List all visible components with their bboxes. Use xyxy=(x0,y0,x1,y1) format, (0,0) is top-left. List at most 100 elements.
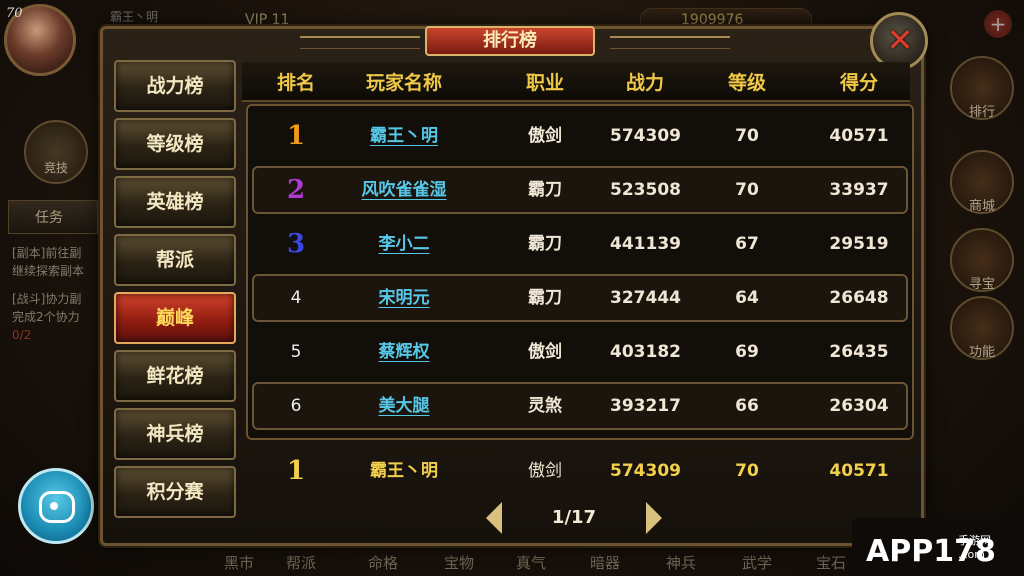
table-header: 排名 玩家名称 职业 战力 等级 得分 xyxy=(242,62,910,102)
function-shortcut-label: 功能 xyxy=(968,345,995,360)
score-cell: 33937 xyxy=(829,180,889,200)
my-name: 霸王丶明 xyxy=(370,461,438,481)
quest-line: [副本]前往副 xyxy=(12,246,82,260)
bottom-menu-item[interactable]: 帮派 xyxy=(286,552,316,573)
power-cell: 441139 xyxy=(610,234,681,254)
watermark: APP178 手游网 .com xyxy=(852,518,1024,576)
pager: 1/17 xyxy=(486,502,662,536)
player-name-link[interactable]: 美大腿 xyxy=(342,382,466,430)
table-row[interactable]: 5 蔡辉权 傲剑 403182 69 26435 xyxy=(252,328,908,376)
job-cell: 傲剑 xyxy=(528,342,562,362)
bottom-menu-item[interactable]: 黑市 xyxy=(224,552,254,573)
page-indicator: 1/17 xyxy=(551,507,597,528)
bottom-menu-item[interactable]: 命格 xyxy=(368,552,398,573)
score-cell: 29519 xyxy=(829,234,889,254)
treasure-shortcut[interactable]: 寻宝 xyxy=(950,228,1014,292)
add-currency-button[interactable]: + xyxy=(984,10,1012,38)
quest-line: 继续探索副本 xyxy=(12,264,85,278)
job-cell: 霸刀 xyxy=(528,288,562,308)
bottom-menu-item[interactable]: 宝物 xyxy=(444,552,474,573)
panel-title: 排行榜 xyxy=(425,26,595,56)
header-power: 战力 xyxy=(625,72,664,94)
tab-guild[interactable]: 帮派 xyxy=(114,234,236,286)
level-cell: 70 xyxy=(735,180,759,200)
job-cell: 霸刀 xyxy=(528,234,562,254)
power-cell: 327444 xyxy=(610,288,681,308)
tab-points[interactable]: 积分赛 xyxy=(114,466,236,518)
function-shortcut[interactable]: 功能 xyxy=(950,296,1014,360)
level-cell: 70 xyxy=(735,126,759,146)
tab-peak[interactable]: 巅峰 xyxy=(114,292,236,344)
mall-shortcut[interactable]: 商城 xyxy=(950,150,1014,214)
rank-cell: 1 xyxy=(286,121,306,151)
power-cell: 403182 xyxy=(610,342,681,362)
ranking-shortcut-label: 排行 xyxy=(968,105,995,120)
power-cell: 574309 xyxy=(610,126,681,146)
next-page-button[interactable] xyxy=(646,502,662,534)
player-name-link[interactable]: 李小二 xyxy=(342,220,466,268)
title-ornament-left xyxy=(300,36,420,49)
rank-cell: 5 xyxy=(290,342,302,362)
my-rank: 1 xyxy=(286,456,306,486)
bottom-menu-item[interactable]: 宝石 xyxy=(816,552,846,573)
player-name-link[interactable]: 蔡辉权 xyxy=(342,328,466,376)
rank-cell: 6 xyxy=(290,396,302,416)
header-rank: 排名 xyxy=(276,72,315,94)
bottom-menu-item[interactable]: 真气 xyxy=(516,552,546,573)
tab-power[interactable]: 战力榜 xyxy=(114,60,236,112)
table-row[interactable]: 3 李小二 霸刀 441139 67 29519 xyxy=(252,220,908,268)
player-name-text[interactable]: 风吹雀雀湿 xyxy=(362,180,447,200)
table-row[interactable]: 1 霸王丶明 傲剑 574309 70 40571 xyxy=(252,112,908,160)
score-cell: 26648 xyxy=(829,288,889,308)
player-name-link[interactable]: 宋明元 xyxy=(342,274,466,322)
table-row[interactable]: 4 宋明元 霸刀 327444 64 26648 xyxy=(252,274,908,322)
header-score: 得分 xyxy=(839,72,878,94)
my-level: 70 xyxy=(735,461,759,481)
bottom-menu-item[interactable]: 武学 xyxy=(742,552,772,573)
tab-weapon[interactable]: 神兵榜 xyxy=(114,408,236,460)
tab-level[interactable]: 等级榜 xyxy=(114,118,236,170)
level-cell: 69 xyxy=(735,342,759,362)
title-ornament-right xyxy=(610,36,730,49)
player-name-text[interactable]: 宋明元 xyxy=(379,288,430,308)
score-cell: 40571 xyxy=(829,126,889,146)
treasure-shortcut-label: 寻宝 xyxy=(968,277,995,292)
player-name-text[interactable]: 李小二 xyxy=(379,234,430,254)
tab-hero[interactable]: 英雄榜 xyxy=(114,176,236,228)
rank-cell: 4 xyxy=(290,288,302,308)
player-name-text[interactable]: 蔡辉权 xyxy=(379,342,430,362)
task-button[interactable]: 任务 xyxy=(8,200,98,234)
watermark-sub: 手游网 .com xyxy=(958,532,991,561)
quest-line: 完成2个协力 xyxy=(12,310,80,324)
player-name-text[interactable]: 霸王丶明 xyxy=(370,126,438,146)
arena-button[interactable]: 竞技 xyxy=(24,120,88,184)
header-job: 职业 xyxy=(525,72,564,94)
tab-flower[interactable]: 鲜花榜 xyxy=(114,350,236,402)
level-cell: 64 xyxy=(735,288,759,308)
player-level: 70 xyxy=(6,6,23,21)
player-name-link[interactable]: 霸王丶明 xyxy=(342,112,466,160)
quest-progress: 0/2 xyxy=(12,328,32,342)
table-row[interactable]: 6 美大腿 灵煞 393217 66 26304 xyxy=(252,382,908,430)
watermark-sub2: .com xyxy=(958,548,985,561)
close-icon: ✕ xyxy=(886,21,914,59)
power-cell: 393217 xyxy=(610,396,681,416)
pet-icon xyxy=(39,491,75,523)
bottom-menu-item[interactable]: 神兵 xyxy=(666,552,696,573)
table-row[interactable]: 2 风吹雀雀湿 霸刀 523508 70 33937 xyxy=(252,166,908,214)
my-score: 40571 xyxy=(829,461,889,481)
my-job: 傲剑 xyxy=(528,461,562,481)
prev-page-button[interactable] xyxy=(486,502,502,534)
my-power: 574309 xyxy=(610,461,681,481)
level-cell: 66 xyxy=(735,396,759,416)
watermark-sub1: 手游网 xyxy=(958,534,991,547)
mall-shortcut-label: 商城 xyxy=(968,199,995,214)
ranking-shortcut[interactable]: 排行 xyxy=(950,56,1014,120)
player-name-link[interactable]: 风吹雀雀湿 xyxy=(342,166,466,214)
score-cell: 26435 xyxy=(829,342,889,362)
level-cell: 67 xyxy=(735,234,759,254)
player-name-text[interactable]: 美大腿 xyxy=(379,396,430,416)
pet-button[interactable] xyxy=(18,468,94,544)
bottom-menu-item[interactable]: 暗器 xyxy=(590,552,620,573)
rank-cell: 2 xyxy=(286,175,306,205)
